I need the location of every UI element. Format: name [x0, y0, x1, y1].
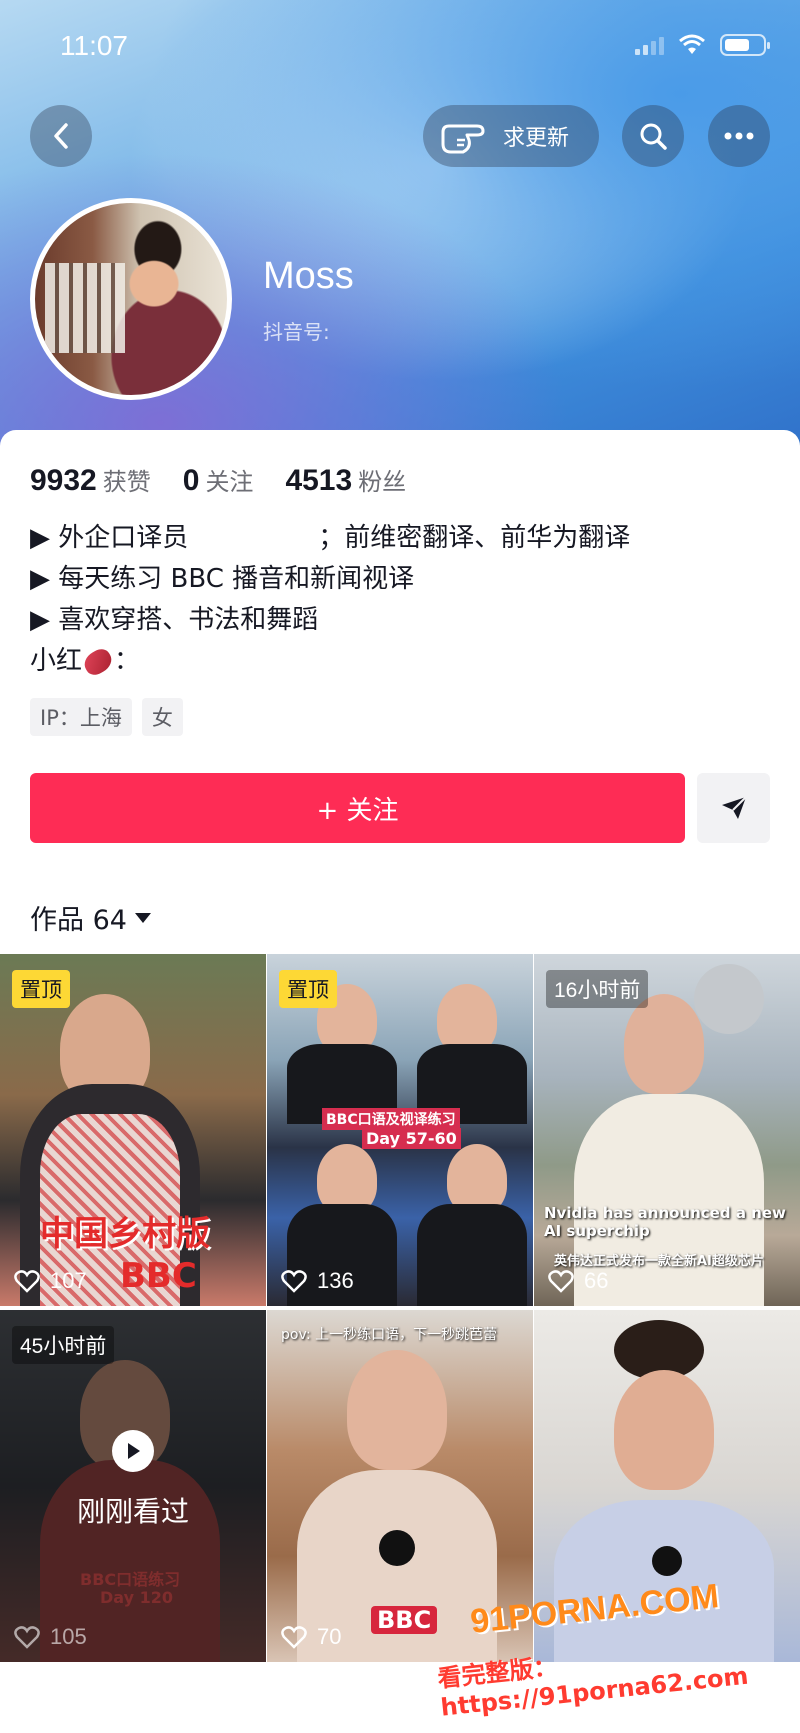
bio-text: ▶ 外企口译员: [30, 523, 189, 553]
video-title-overlay: Day 57-60: [362, 1128, 461, 1149]
like-count: 66: [548, 1268, 608, 1294]
chevron-down-icon: [134, 912, 151, 923]
video-title-overlay: pov: 上一秒练口语，下一秒跳芭蕾: [281, 1327, 498, 1343]
video-title-overlay: Nvidia has announced a new AI superchip: [544, 1204, 786, 1240]
signal-icon: [635, 35, 664, 55]
bio-line: ▶ 每天练习 BBC 播音和新闻视译: [30, 564, 415, 594]
avatar[interactable]: [30, 198, 232, 400]
video-tile[interactable]: BBC口语练习 Day 120 45小时前 刚刚看过 105: [0, 1310, 266, 1662]
following-label: 关注: [205, 468, 254, 496]
send-icon: [721, 796, 747, 819]
gender-tag: 女: [141, 698, 183, 736]
heart-icon: [14, 1270, 40, 1293]
video-title-overlay: BBC: [371, 1606, 438, 1634]
wifi-icon: [679, 34, 705, 54]
like-count: 107: [14, 1268, 87, 1294]
video-title-overlay: 中国乡村版: [40, 1214, 210, 1254]
pinned-badge: 置顶: [279, 970, 337, 1008]
like-count-value: 105: [50, 1624, 87, 1649]
profile-tags: IP：上海 女: [30, 698, 183, 736]
bio-text: 小红: [30, 646, 83, 676]
bio-line: 小红 ：: [30, 641, 630, 682]
more-button[interactable]: [708, 105, 770, 167]
ip-location-tag: IP：上海: [30, 698, 132, 736]
like-count-value: 136: [317, 1268, 354, 1293]
following-count[interactable]: 0: [183, 464, 200, 498]
video-title-overlay: BBC口语及视译练习: [322, 1108, 460, 1130]
bio-text: ；前维密翻译、前华为翻译: [318, 523, 631, 553]
profile-name: Moss: [263, 255, 354, 297]
status-time: 11:07: [60, 30, 128, 61]
time-badge: 45小时前: [12, 1326, 115, 1364]
works-tab[interactable]: 作品 64: [30, 898, 151, 937]
video-tile[interactable]: BBC口语及视译练习 Day 57-60 置顶 136: [267, 954, 533, 1306]
request-update-label: 求更新: [503, 126, 570, 151]
pinned-badge: 置顶: [12, 970, 70, 1008]
play-icon: [112, 1430, 154, 1472]
video-title-overlay: BBC: [120, 1256, 197, 1296]
video-tile[interactable]: Nvidia has announced a new AI superchip …: [534, 954, 800, 1306]
pointing-hand-icon: [441, 124, 485, 154]
likes-label: 获赞: [102, 468, 151, 496]
like-count-value: 107: [50, 1268, 87, 1293]
profile-bio: ▶ 外企口译员 ；前维密翻译、前华为翻译 ▶ 每天练习 BBC 播音和新闻视译 ▶…: [30, 518, 630, 682]
bio-line: ▶ 喜欢穿搭、书法和舞蹈: [30, 605, 319, 635]
status-icons: [635, 34, 770, 56]
request-update-button[interactable]: 求更新: [423, 105, 599, 167]
like-count: 70: [281, 1624, 341, 1650]
followers-label: 粉丝: [358, 468, 407, 496]
recently-watched-label: 刚刚看过: [76, 1495, 189, 1528]
works-grid: 中国乡村版 BBC 置顶 107 BBC口语及视译练习 Day 57-60 置顶: [0, 954, 800, 1662]
search-button[interactable]: [622, 105, 684, 167]
sweet-potato-icon: [80, 644, 116, 679]
heart-icon: [281, 1270, 307, 1293]
like-count: 105: [14, 1624, 87, 1650]
like-count-value: 66: [584, 1268, 609, 1293]
back-button[interactable]: [30, 105, 92, 167]
heart-icon: [281, 1626, 307, 1649]
profile-stats: 9932 获赞 0 关注 4513 粉丝: [30, 462, 438, 498]
like-count: 136: [281, 1268, 354, 1294]
video-title-overlay: 英伟达正式发布一款全新AI超级芯片: [554, 1254, 764, 1269]
profile-card: 9932 获赞 0 关注 4513 粉丝 ▶ 外企口译员 ；前维密翻译、前华为翻译…: [0, 430, 800, 1733]
like-count-value: 70: [317, 1624, 342, 1649]
bio-line: ▶ 外企口译员 ；前维密翻译、前华为翻译: [30, 518, 630, 559]
video-tile[interactable]: 中国乡村版 BBC 置顶 107: [0, 954, 266, 1306]
follow-button[interactable]: + 关注: [30, 773, 685, 843]
followers-count[interactable]: 4513: [285, 464, 352, 498]
status-bar: 11:07: [0, 0, 800, 95]
more-icon: [724, 132, 754, 140]
likes-count[interactable]: 9932: [30, 464, 97, 498]
heart-icon: [14, 1626, 40, 1649]
heart-icon: [548, 1270, 574, 1293]
works-tab-label: 作品 64: [30, 905, 127, 936]
douyin-id[interactable]: 抖音号:: [263, 316, 330, 345]
share-button[interactable]: [697, 773, 770, 843]
chevron-left-icon: [54, 123, 68, 149]
time-badge: 16小时前: [546, 970, 649, 1008]
search-icon: [640, 123, 667, 150]
bio-text: ：: [114, 646, 141, 676]
battery-icon: [720, 34, 770, 56]
